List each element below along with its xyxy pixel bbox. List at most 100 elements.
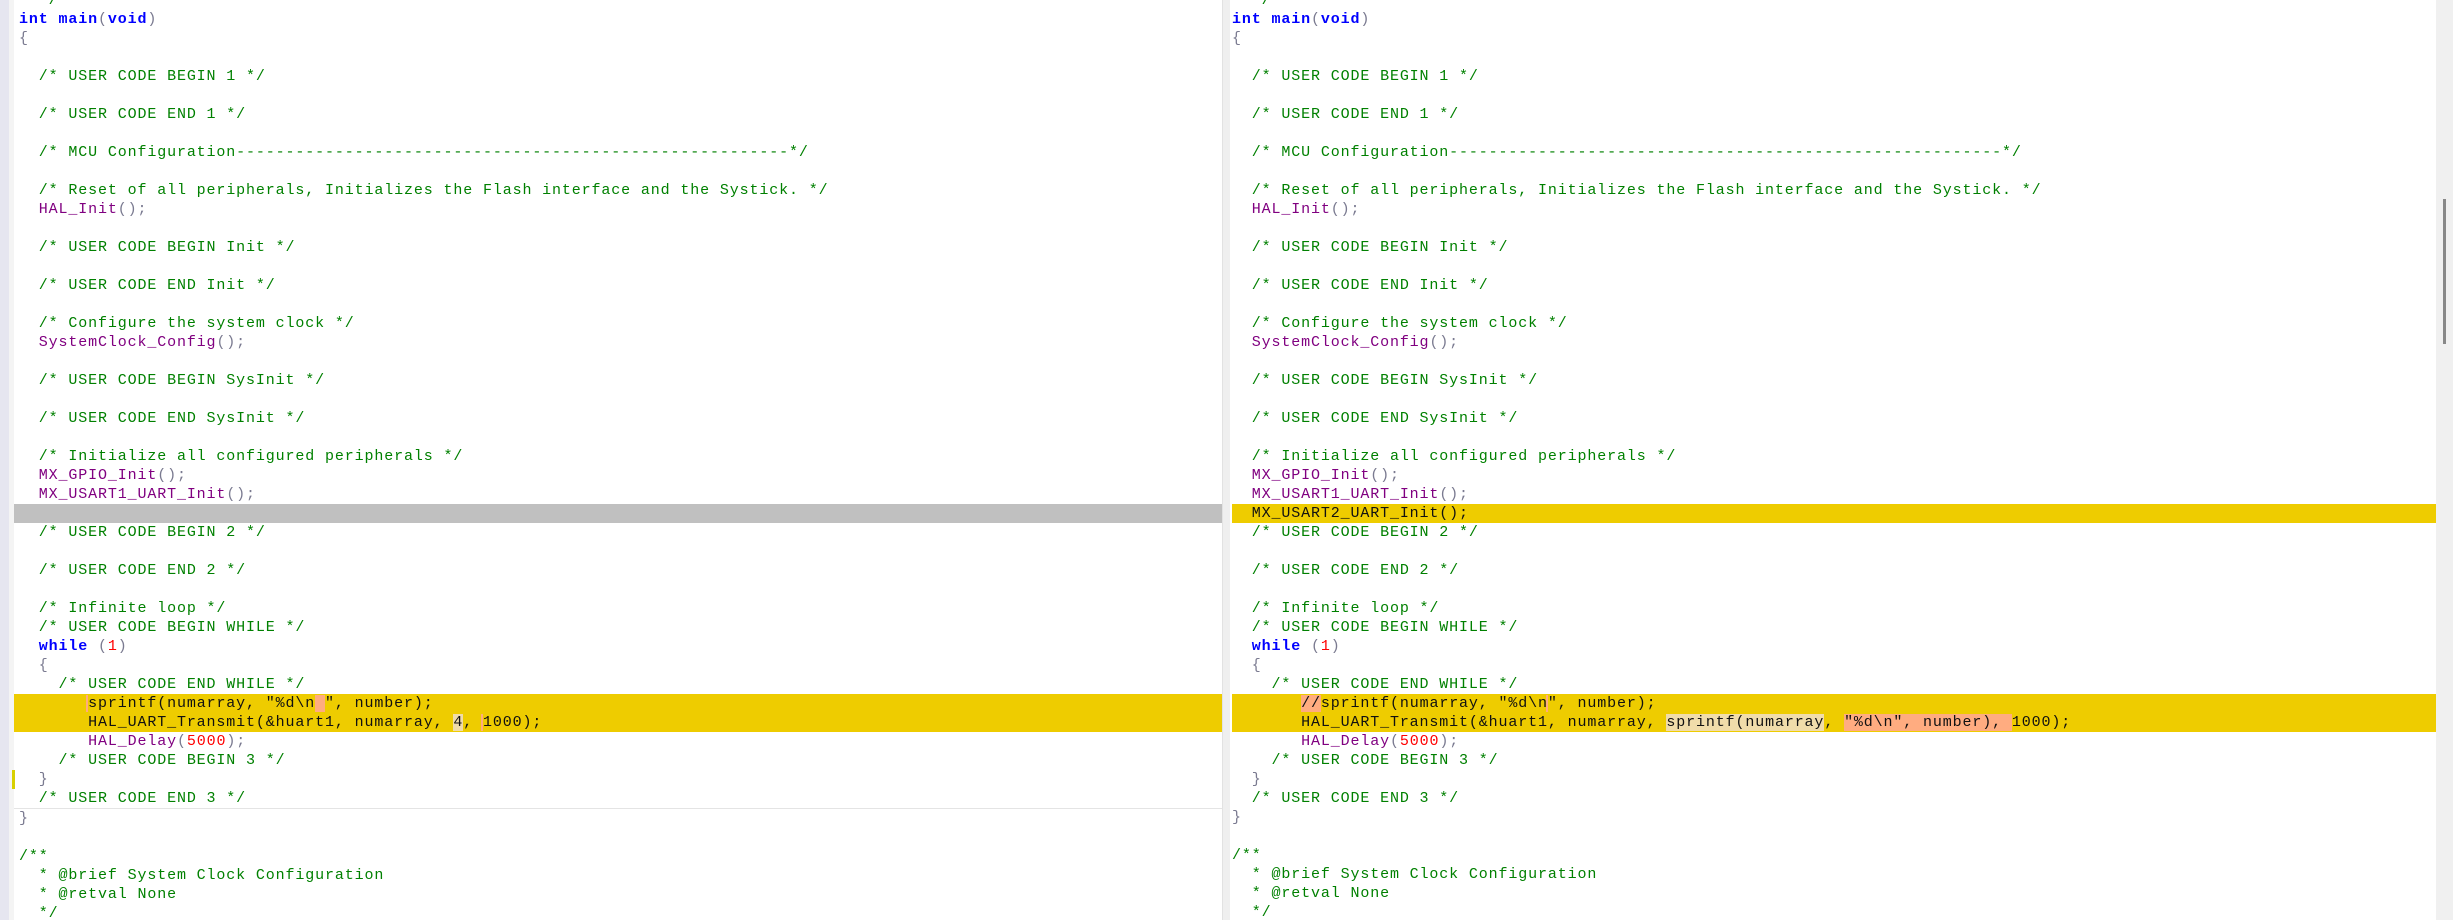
code-line[interactable]	[14, 257, 1222, 276]
code-line[interactable]	[14, 162, 1222, 181]
diff-line-yellow[interactable]: HAL_UART_Transmit(&huart1, numarray, spr…	[1232, 712, 2436, 732]
diff-line-gray[interactable]	[14, 503, 1222, 523]
code-line[interactable]	[14, 295, 1222, 314]
code-line[interactable]: /* Reset of all peripherals, Initializes…	[1232, 181, 2436, 200]
code-line[interactable]: while (1)	[1232, 637, 2436, 656]
code-line[interactable]	[1232, 48, 2436, 67]
vertical-scrollbar[interactable]	[2436, 0, 2453, 920]
code-line[interactable]	[14, 124, 1222, 143]
code-line[interactable]: /* USER CODE END WHILE */	[1232, 675, 2436, 694]
code-line[interactable]	[1232, 428, 2436, 447]
code-line[interactable]: */	[1232, 903, 2436, 920]
code-line[interactable]: /* USER CODE BEGIN 3 */	[14, 751, 1222, 770]
code-line[interactable]	[1232, 86, 2436, 105]
code-line[interactable]	[14, 219, 1222, 238]
code-line[interactable]: }	[1232, 770, 2436, 789]
code-line[interactable]: HAL_Delay(5000);	[14, 732, 1222, 751]
code-line[interactable]	[14, 828, 1222, 847]
code-line[interactable]: MX_GPIO_Init();	[14, 466, 1222, 485]
code-line[interactable]: /* USER CODE BEGIN WHILE */	[1232, 618, 2436, 637]
code-line[interactable]: /* USER CODE BEGIN WHILE */	[14, 618, 1222, 637]
code-line[interactable]: /* USER CODE BEGIN 3 */	[1232, 751, 2436, 770]
code-line[interactable]: {	[14, 656, 1222, 675]
code-line[interactable]: * @brief System Clock Configuration	[1232, 865, 2436, 884]
diff-line-yellow[interactable]: MX_USART2_UART_Init();	[1232, 503, 2436, 523]
code-line[interactable]: * @retval None	[1232, 884, 2436, 903]
code-line[interactable]: /* USER CODE END 2 */	[1232, 561, 2436, 580]
left-code-lines[interactable]: */int main(void){ /* USER CODE BEGIN 1 *…	[12, 0, 1222, 920]
code-line[interactable]: /* USER CODE BEGIN SysInit */	[1232, 371, 2436, 390]
code-line[interactable]: /* USER CODE BEGIN SysInit */	[14, 371, 1222, 390]
code-line[interactable]	[1232, 542, 2436, 561]
code-line[interactable]: /* USER CODE END Init */	[14, 276, 1222, 295]
code-line[interactable]: HAL_Init();	[14, 200, 1222, 219]
code-line[interactable]: {	[1232, 29, 2436, 48]
code-line[interactable]: /* USER CODE BEGIN 1 */	[14, 67, 1222, 86]
code-line[interactable]: }	[1232, 808, 2436, 827]
code-line[interactable]: */	[1232, 0, 2436, 10]
code-line[interactable]: /* USER CODE BEGIN 2 */	[1232, 523, 2436, 542]
code-line[interactable]: /**	[14, 847, 1222, 866]
code-line[interactable]: SystemClock_Config();	[14, 333, 1222, 352]
code-line[interactable]	[1232, 219, 2436, 238]
code-line[interactable]: /* MCU Configuration--------------------…	[1232, 143, 2436, 162]
code-line[interactable]: /* Configure the system clock */	[14, 314, 1222, 333]
code-line[interactable]: /* USER CODE END SysInit */	[1232, 409, 2436, 428]
code-line[interactable]	[1232, 352, 2436, 371]
code-line[interactable]	[14, 542, 1222, 561]
code-line[interactable]	[14, 580, 1222, 599]
code-line[interactable]: /* USER CODE END 2 */	[14, 561, 1222, 580]
code-line[interactable]: */	[14, 904, 1222, 920]
code-line[interactable]: /* USER CODE BEGIN 1 */	[1232, 67, 2436, 86]
code-line[interactable]: MX_USART1_UART_Init();	[14, 485, 1222, 504]
diff-line-yellow[interactable]: //sprintf(numarray, "%d\n", number);	[1232, 693, 2436, 713]
code-line[interactable]: /* USER CODE BEGIN Init */	[1232, 238, 2436, 257]
code-line[interactable]	[14, 352, 1222, 371]
diff-line-yellow[interactable]: sprintf(numarray, "%d\n ", number);	[14, 693, 1222, 713]
code-line[interactable]: /* Initialize all configured peripherals…	[14, 447, 1222, 466]
code-line[interactable]	[1232, 124, 2436, 143]
code-line[interactable]	[1232, 827, 2436, 846]
code-line[interactable]: /* USER CODE END Init */	[1232, 276, 2436, 295]
code-line[interactable]: int main(void)	[14, 10, 1222, 29]
code-line[interactable]: /* Infinite loop */	[14, 599, 1222, 618]
code-line[interactable]: /* USER CODE END WHILE */	[14, 675, 1222, 694]
scrollbar-thumb[interactable]	[2443, 199, 2446, 344]
code-line[interactable]: /* USER CODE BEGIN Init */	[14, 238, 1222, 257]
code-line[interactable]: }	[14, 809, 1222, 828]
code-line[interactable]: /* MCU Configuration--------------------…	[14, 143, 1222, 162]
code-line[interactable]: }	[12, 769, 1222, 789]
code-line[interactable]	[1232, 295, 2436, 314]
code-line[interactable]	[1232, 390, 2436, 409]
code-line[interactable]: /* Infinite loop */	[1232, 599, 2436, 618]
code-line[interactable]	[1232, 257, 2436, 276]
code-line[interactable]: /* Initialize all configured peripherals…	[1232, 447, 2436, 466]
code-line[interactable]: * @retval None	[14, 885, 1222, 904]
code-line[interactable]: /* USER CODE END 1 */	[14, 105, 1222, 124]
right-code-lines[interactable]: */int main(void){ /* USER CODE BEGIN 1 *…	[1232, 0, 2436, 920]
left-diff-pane[interactable]: */int main(void){ /* USER CODE BEGIN 1 *…	[0, 0, 1222, 920]
code-line[interactable]: * @brief System Clock Configuration	[14, 866, 1222, 885]
code-line[interactable]: /* Reset of all peripherals, Initializes…	[14, 181, 1222, 200]
code-line[interactable]: {	[14, 29, 1222, 48]
code-line[interactable]	[14, 86, 1222, 105]
code-line[interactable]: */	[14, 0, 1222, 10]
code-line[interactable]: /* USER CODE END 3 */	[14, 789, 1222, 809]
code-line[interactable]	[1232, 580, 2436, 599]
pane-divider[interactable]	[1222, 0, 1230, 920]
right-diff-pane[interactable]: */int main(void){ /* USER CODE BEGIN 1 *…	[1230, 0, 2436, 920]
code-line[interactable]: MX_GPIO_Init();	[1232, 466, 2436, 485]
code-line[interactable]: /* USER CODE END SysInit */	[14, 409, 1222, 428]
code-line[interactable]: /* USER CODE END 1 */	[1232, 105, 2436, 124]
code-line[interactable]: int main(void)	[1232, 10, 2436, 29]
code-line[interactable]: SystemClock_Config();	[1232, 333, 2436, 352]
code-line[interactable]: MX_USART1_UART_Init();	[1232, 485, 2436, 504]
code-line[interactable]	[14, 428, 1222, 447]
code-line[interactable]: HAL_Init();	[1232, 200, 2436, 219]
code-line[interactable]: /* USER CODE END 3 */	[1232, 789, 2436, 808]
code-line[interactable]: while (1)	[14, 637, 1222, 656]
code-line[interactable]: {	[1232, 656, 2436, 675]
code-line[interactable]	[14, 48, 1222, 67]
code-line[interactable]: /* USER CODE BEGIN 2 */	[14, 523, 1222, 542]
code-line[interactable]: /* Configure the system clock */	[1232, 314, 2436, 333]
